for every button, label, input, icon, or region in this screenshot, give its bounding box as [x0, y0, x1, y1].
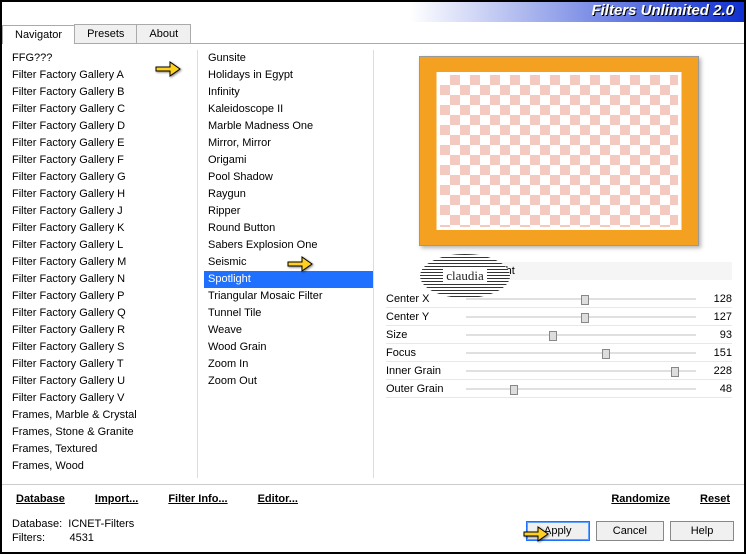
status-db-value: ICNET-Filters [68, 518, 134, 530]
param-value: 127 [696, 311, 732, 323]
category-list[interactable]: FFG???Filter Factory Gallery AFilter Fac… [8, 50, 198, 478]
filter-item[interactable]: Spotlight [204, 271, 373, 288]
category-item[interactable]: Filter Factory Gallery N [8, 271, 197, 288]
apply-button[interactable]: Apply [526, 521, 590, 541]
category-item[interactable]: Filter Factory Gallery D [8, 118, 197, 135]
param-value: 151 [696, 347, 732, 359]
category-item[interactable]: Filter Factory Gallery Q [8, 305, 197, 322]
param-label: Focus [386, 347, 466, 359]
category-item[interactable]: Filter Factory Gallery A [8, 67, 197, 84]
filter-item[interactable]: Round Button [204, 220, 373, 237]
category-item[interactable]: Filter Factory Gallery K [8, 220, 197, 237]
tab-about[interactable]: About [136, 24, 191, 43]
param-slider[interactable] [466, 328, 696, 342]
parameter-list: Center X128Center Y127Size93Focus151Inne… [386, 290, 732, 398]
category-item[interactable]: Frames, Wood [8, 458, 197, 475]
filter-item[interactable]: Raygun [204, 186, 373, 203]
param-label: Center Y [386, 311, 466, 323]
filter-item[interactable]: Sabers Explosion One [204, 237, 373, 254]
param-slider[interactable] [466, 364, 696, 378]
param-value: 128 [696, 293, 732, 305]
title-bar: Filters Unlimited 2.0 [2, 2, 744, 22]
filter-info-button[interactable]: Filter Info... [164, 491, 231, 507]
category-item[interactable]: Filter Factory Gallery T [8, 356, 197, 373]
category-item[interactable]: Frames, Textured [8, 441, 197, 458]
param-slider[interactable] [466, 310, 696, 324]
filter-item[interactable]: Holidays in Egypt [204, 67, 373, 84]
tab-navigator[interactable]: Navigator [2, 25, 75, 44]
category-item[interactable]: Filter Factory Gallery C [8, 101, 197, 118]
category-column: FFG???Filter Factory Gallery AFilter Fac… [8, 50, 198, 478]
filter-column: GunsiteHolidays in EgyptInfinityKaleidos… [204, 50, 374, 478]
param-slider[interactable] [466, 346, 696, 360]
category-item[interactable]: Filter Factory Gallery U [8, 373, 197, 390]
category-item[interactable]: Filter Factory Gallery R [8, 322, 197, 339]
param-label: Outer Grain [386, 383, 466, 395]
status-db-label: Database: [12, 518, 62, 530]
filter-item[interactable]: Weave [204, 322, 373, 339]
filter-item[interactable]: Marble Madness One [204, 118, 373, 135]
filter-item[interactable]: Triangular Mosaic Filter [204, 288, 373, 305]
param-value: 93 [696, 329, 732, 341]
category-item[interactable]: Filter Factory Gallery J [8, 203, 197, 220]
preview-image [419, 56, 699, 246]
randomize-button[interactable]: Randomize [607, 491, 674, 507]
status-bar: Database: ICNET-Filters Filters: 4531 Ap… [2, 513, 744, 549]
filter-item[interactable]: Seismic [204, 254, 373, 271]
category-item[interactable]: Filter Factory Gallery M [8, 254, 197, 271]
param-slider[interactable] [466, 382, 696, 396]
filter-item[interactable]: Pool Shadow [204, 169, 373, 186]
category-item[interactable]: Filter Factory Gallery B [8, 84, 197, 101]
filter-item[interactable]: Kaleidoscope II [204, 101, 373, 118]
param-slider[interactable] [466, 292, 696, 306]
filter-item[interactable]: Origami [204, 152, 373, 169]
claudia-badge: claudia [420, 254, 510, 298]
category-item[interactable]: FFG??? [8, 50, 197, 67]
category-item[interactable]: Frames, Marble & Crystal [8, 407, 197, 424]
category-item[interactable]: Filter Factory Gallery V [8, 390, 197, 407]
category-item[interactable]: Frames, Stone & Granite [8, 424, 197, 441]
param-row: Size 93 [386, 326, 732, 344]
category-item[interactable]: Filter Factory Gallery E [8, 135, 197, 152]
filter-item[interactable]: Zoom Out [204, 373, 373, 390]
database-button[interactable]: Database [12, 491, 69, 507]
main-panel: FFG???Filter Factory Gallery AFilter Fac… [2, 44, 744, 484]
help-button[interactable]: Help [670, 521, 734, 541]
app-title: Filters Unlimited 2.0 [591, 2, 734, 19]
status-filters-label: Filters: [12, 532, 45, 544]
tab-strip: Navigator Presets About [2, 24, 744, 44]
param-label: Inner Grain [386, 365, 466, 377]
filter-item[interactable]: Zoom In [204, 356, 373, 373]
editor-button[interactable]: Editor... [254, 491, 302, 507]
param-row: Center Y 127 [386, 308, 732, 326]
param-row: Inner Grain 228 [386, 362, 732, 380]
param-row: Focus 151 [386, 344, 732, 362]
param-row: Outer Grain 48 [386, 380, 732, 398]
status-filters-count: 4531 [69, 532, 93, 544]
cancel-button[interactable]: Cancel [596, 521, 664, 541]
import-button[interactable]: Import... [91, 491, 142, 507]
filter-item[interactable]: Infinity [204, 84, 373, 101]
category-item[interactable]: Filter Factory Gallery F [8, 152, 197, 169]
filter-item[interactable]: Mirror, Mirror [204, 135, 373, 152]
param-value: 228 [696, 365, 732, 377]
filter-item[interactable]: Ripper [204, 203, 373, 220]
param-label: Size [386, 329, 466, 341]
filter-list[interactable]: GunsiteHolidays in EgyptInfinityKaleidos… [204, 50, 374, 478]
param-value: 48 [696, 383, 732, 395]
category-item[interactable]: Filter Factory Gallery S [8, 339, 197, 356]
filter-item[interactable]: Tunnel Tile [204, 305, 373, 322]
category-item[interactable]: Filter Factory Gallery L [8, 237, 197, 254]
tab-presets[interactable]: Presets [74, 24, 137, 43]
category-item[interactable]: Filter Factory Gallery G [8, 169, 197, 186]
filter-item[interactable]: Gunsite [204, 50, 373, 67]
toolbar: Database Import... Filter Info... Editor… [2, 484, 744, 513]
category-item[interactable]: Filter Factory Gallery P [8, 288, 197, 305]
reset-button[interactable]: Reset [696, 491, 734, 507]
category-item[interactable]: Filter Factory Gallery H [8, 186, 197, 203]
filter-item[interactable]: Wood Grain [204, 339, 373, 356]
